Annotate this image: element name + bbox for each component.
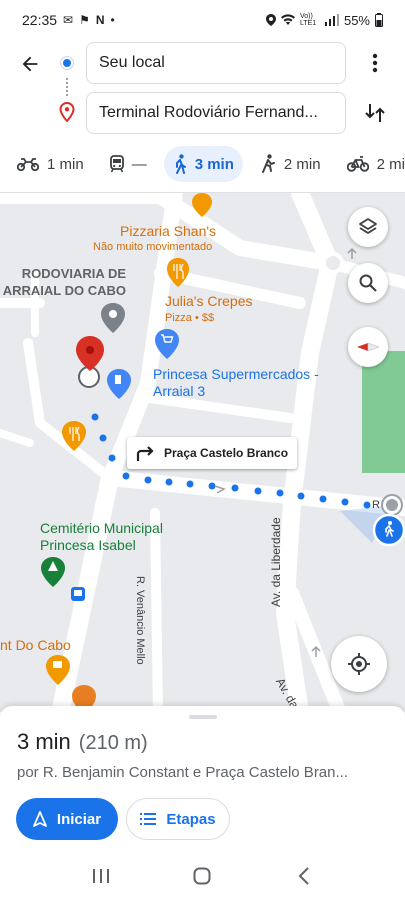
battery-icon xyxy=(375,13,383,27)
wheelchair-icon xyxy=(261,154,275,173)
start-label: Iniciar xyxy=(56,810,102,828)
signal-icon xyxy=(324,14,339,26)
start-button[interactable]: Iniciar xyxy=(16,798,118,840)
search-icon xyxy=(359,274,377,292)
transit-icon xyxy=(109,155,124,173)
home-button[interactable] xyxy=(182,856,222,896)
home-icon xyxy=(193,867,211,884)
street-label-venancio: R. Venâncio Mello xyxy=(134,576,146,665)
my-location-button[interactable] xyxy=(331,636,387,692)
destination-field[interactable]: Terminal Rodoviário Fernand... xyxy=(86,92,346,134)
walking-icon xyxy=(175,154,186,174)
mail-icon: ✉ xyxy=(63,13,74,27)
route-via: por R. Benjamin Constant e Praça Castelo… xyxy=(17,764,348,781)
battery-percent: 55% xyxy=(343,12,370,28)
mode-bicycle-label: 2 min xyxy=(376,155,405,173)
motorcycle-icon xyxy=(17,158,39,171)
route-duration: 3 min xyxy=(17,729,71,754)
turn-instruction-text: Praça Castelo Branco xyxy=(164,446,289,460)
mode-walking-label: 3 min xyxy=(194,155,234,173)
compass-icon xyxy=(357,342,379,352)
system-back-button[interactable] xyxy=(284,856,324,896)
swap-button[interactable] xyxy=(360,98,390,128)
status-time: 22:35 xyxy=(22,12,58,28)
n-icon: N xyxy=(95,13,105,27)
arrow-back-icon xyxy=(22,56,38,72)
network-label: Vo)) LTE1 xyxy=(299,13,317,27)
origin-dot-icon xyxy=(61,57,73,69)
layers-button[interactable] xyxy=(348,207,388,247)
more-vert-icon xyxy=(372,53,378,73)
back-button[interactable] xyxy=(14,48,46,80)
route-summary-sheet: 3 min (210 m) por R. Benjamin Constant e… xyxy=(0,706,405,851)
system-nav-bar xyxy=(0,851,405,900)
drag-handle[interactable] xyxy=(189,715,217,719)
recents-button[interactable] xyxy=(81,856,121,896)
turn-right-icon xyxy=(136,446,154,461)
route-distance: (210 m) xyxy=(78,732,148,754)
destination-text: Terminal Rodoviário Fernand... xyxy=(99,104,318,121)
chevron-left-icon xyxy=(298,866,309,885)
navigation-icon xyxy=(33,811,47,827)
flag-icon: ⚑ xyxy=(79,13,90,27)
destination-pin-icon xyxy=(59,101,75,127)
location-status-icon xyxy=(265,14,276,26)
bicycle-icon xyxy=(346,156,369,172)
poi-label-rodoviaria[interactable]: RODOVIARIA DE ARRAIAL DO CABO xyxy=(0,265,126,299)
poi-label-cemiterio[interactable]: Cemitério Municipal Princesa Isabel xyxy=(40,520,180,554)
app-root: 22:35 ✉ ⚑ N • Vo)) LTE1 55% Seu local Te… xyxy=(0,0,405,900)
map-search-button[interactable] xyxy=(348,263,388,303)
recents-icon xyxy=(92,868,109,883)
status-right: Vo)) LTE1 55% xyxy=(265,12,383,28)
poi-label-do-cabo[interactable]: nt Do Cabo xyxy=(0,637,71,654)
directions-header: Seu local Terminal Rodoviário Fernand... xyxy=(0,40,405,140)
origin-field[interactable]: Seu local xyxy=(86,42,346,84)
poi-sub-julia: Pizza • $$ xyxy=(165,312,215,324)
mode-wheelchair[interactable]: 2 min xyxy=(251,146,330,182)
poi-sub-pizzaria: Não muito movimentado xyxy=(93,241,213,253)
steps-button[interactable]: Etapas xyxy=(126,798,230,840)
steps-label: Etapas xyxy=(166,810,216,828)
compass-button[interactable] xyxy=(348,327,388,367)
travel-modes: 1 min — 3 min 2 min 2 min xyxy=(0,144,405,184)
mode-walking[interactable]: 3 min xyxy=(163,146,243,182)
my-location-icon xyxy=(348,653,370,675)
mode-motorcycle-label: 1 min xyxy=(47,155,84,173)
mode-transit[interactable]: — xyxy=(101,146,156,182)
mode-transit-label: — xyxy=(131,155,147,173)
mode-wheelchair-label: 2 min xyxy=(283,155,321,173)
swap-vert-icon xyxy=(365,104,385,122)
route-connector xyxy=(66,78,68,96)
mode-motorcycle[interactable]: 1 min xyxy=(8,146,93,182)
list-icon xyxy=(140,813,157,825)
status-bar: 22:35 ✉ ⚑ N • Vo)) LTE1 55% xyxy=(0,0,405,40)
poi-label-pizzaria[interactable]: Pizzaria Shan's xyxy=(120,223,216,240)
turn-instruction-callout[interactable]: Praça Castelo Branco xyxy=(127,437,298,469)
poi-label-julia[interactable]: Julia's Crepes xyxy=(165,293,253,310)
layers-icon xyxy=(359,218,377,234)
poi-label-princesa[interactable]: Princesa Supermercados - Arraial 3 xyxy=(153,366,323,400)
dot-icon: • xyxy=(110,13,115,27)
wifi-icon xyxy=(280,14,295,25)
street-label-edge-r: R xyxy=(372,499,380,511)
mode-bicycle[interactable]: 2 min xyxy=(338,146,405,182)
street-label-liberdade: Av. da Liberdade xyxy=(269,517,283,607)
more-options-button[interactable] xyxy=(360,48,390,78)
map-view[interactable]: Pizzaria Shan's Não muito movimentado RO… xyxy=(0,192,405,712)
route-time-row: 3 min (210 m) xyxy=(17,729,148,755)
status-left: 22:35 ✉ ⚑ N • xyxy=(22,12,115,28)
origin-text: Seu local xyxy=(99,54,165,71)
